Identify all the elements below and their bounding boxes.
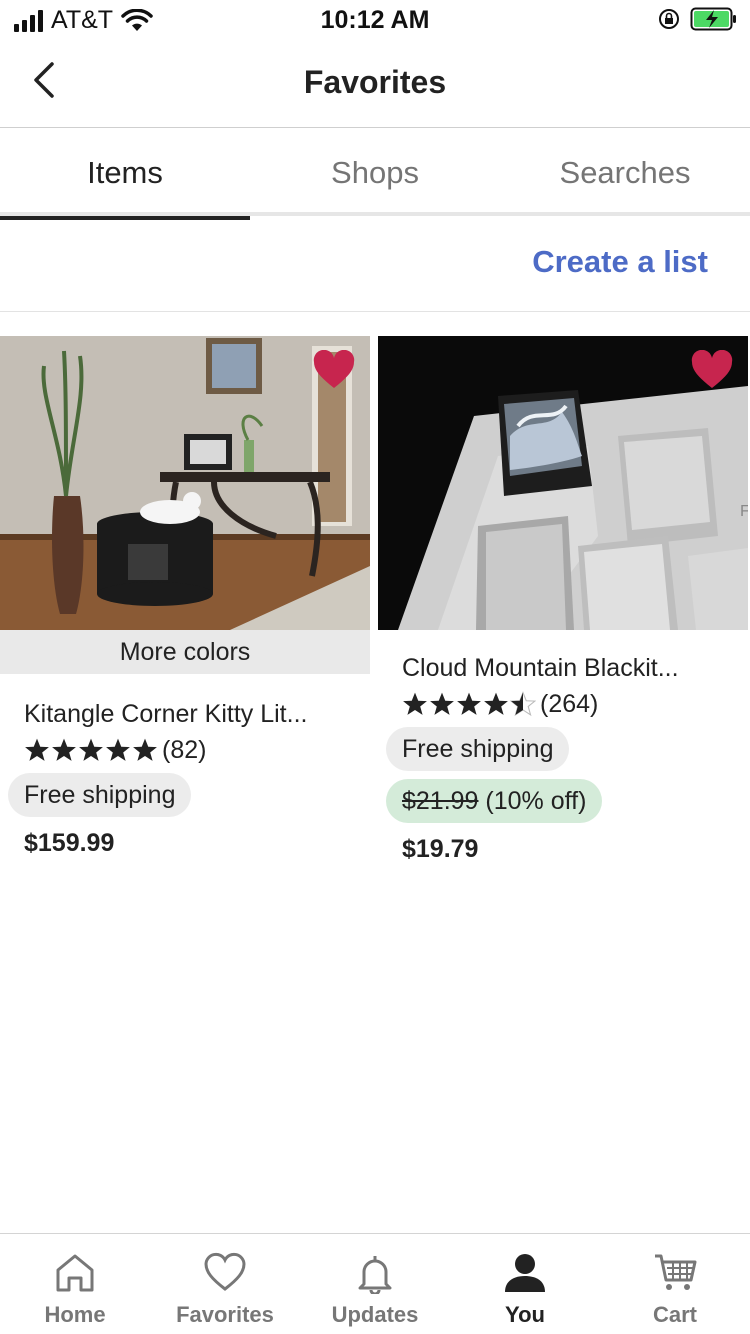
star-icon [133, 738, 157, 761]
free-shipping-badge: Free shipping [8, 773, 192, 817]
page-title: Favorites [303, 64, 447, 100]
item-image[interactable]: F [378, 336, 748, 630]
rating-row: (264) [402, 689, 748, 719]
svg-text:F: F [740, 503, 748, 520]
item-title[interactable]: Kitangle Corner Kitty Lit... [24, 700, 370, 729]
item-price: $19.79 [402, 835, 479, 863]
discount-badge: $21.99 (10% off) [386, 779, 603, 823]
star-icon [430, 692, 454, 715]
star-icon [25, 738, 49, 761]
orientation-lock-icon [659, 9, 679, 29]
original-price: $21.99 [402, 787, 479, 815]
review-count: (264) [540, 689, 599, 718]
star-icon [52, 738, 76, 761]
item-card-litter-box[interactable]: More colors Kitangle Corner Kitty Lit...… [0, 336, 370, 858]
bottom-nav: Home Favorites Updates You Cart [0, 1233, 750, 1334]
nav-cart[interactable]: Cart [600, 1234, 750, 1334]
favorite-heart-icon[interactable] [690, 350, 734, 390]
nav-updates[interactable]: Updates [300, 1234, 450, 1334]
person-icon [505, 1254, 545, 1292]
more-colors-label: More colors [0, 630, 370, 674]
item-card-keycap[interactable]: F Cloud Mountain Blackit... (264) Free s… [378, 336, 748, 864]
nav-home-label: Home [44, 1302, 106, 1327]
create-list-link[interactable]: Create a list [532, 244, 708, 280]
free-shipping-badge: Free shipping [386, 727, 570, 771]
cart-icon [655, 1254, 697, 1290]
tab-shops[interactable]: Shops [250, 129, 500, 216]
star-icon [457, 692, 481, 715]
item-title[interactable]: Cloud Mountain Blackit... [402, 654, 748, 683]
heart-icon [204, 1252, 246, 1291]
favorite-heart-icon[interactable] [312, 350, 356, 390]
nav-you-label: You [505, 1302, 545, 1327]
tab-items[interactable]: Items [0, 129, 250, 220]
star-icon [106, 738, 130, 761]
home-icon [56, 1254, 94, 1292]
bell-icon [358, 1256, 392, 1294]
nav-favorites[interactable]: Favorites [150, 1234, 300, 1334]
item-price: $159.99 [24, 829, 115, 857]
create-list-row: Create a list [0, 216, 750, 312]
favorites-tabs: Items Shops Searches [0, 129, 750, 220]
nav-home[interactable]: Home [0, 1234, 150, 1334]
star-icon [403, 692, 427, 715]
discount-percent: (10% off) [485, 787, 587, 815]
nav-you[interactable]: You [450, 1234, 600, 1334]
battery-charging-icon [690, 7, 736, 31]
status-right [658, 6, 738, 32]
star-icon [484, 692, 508, 715]
nav-favorites-label: Favorites [176, 1302, 274, 1327]
item-image[interactable] [0, 336, 370, 630]
status-bar: AT&T 10:12 AM [0, 0, 750, 40]
star-icon [79, 738, 103, 761]
nav-cart-label: Cart [652, 1302, 697, 1327]
star-rating [402, 691, 536, 717]
half-star-icon [510, 691, 536, 717]
tab-searches[interactable]: Searches [500, 129, 750, 216]
star-rating [24, 737, 158, 763]
rating-row: (82) [24, 735, 370, 765]
nav-bar: Favorites [0, 40, 750, 128]
status-time: 10:12 AM [320, 6, 430, 34]
review-count: (82) [162, 735, 207, 764]
nav-updates-label: Updates [331, 1302, 419, 1327]
